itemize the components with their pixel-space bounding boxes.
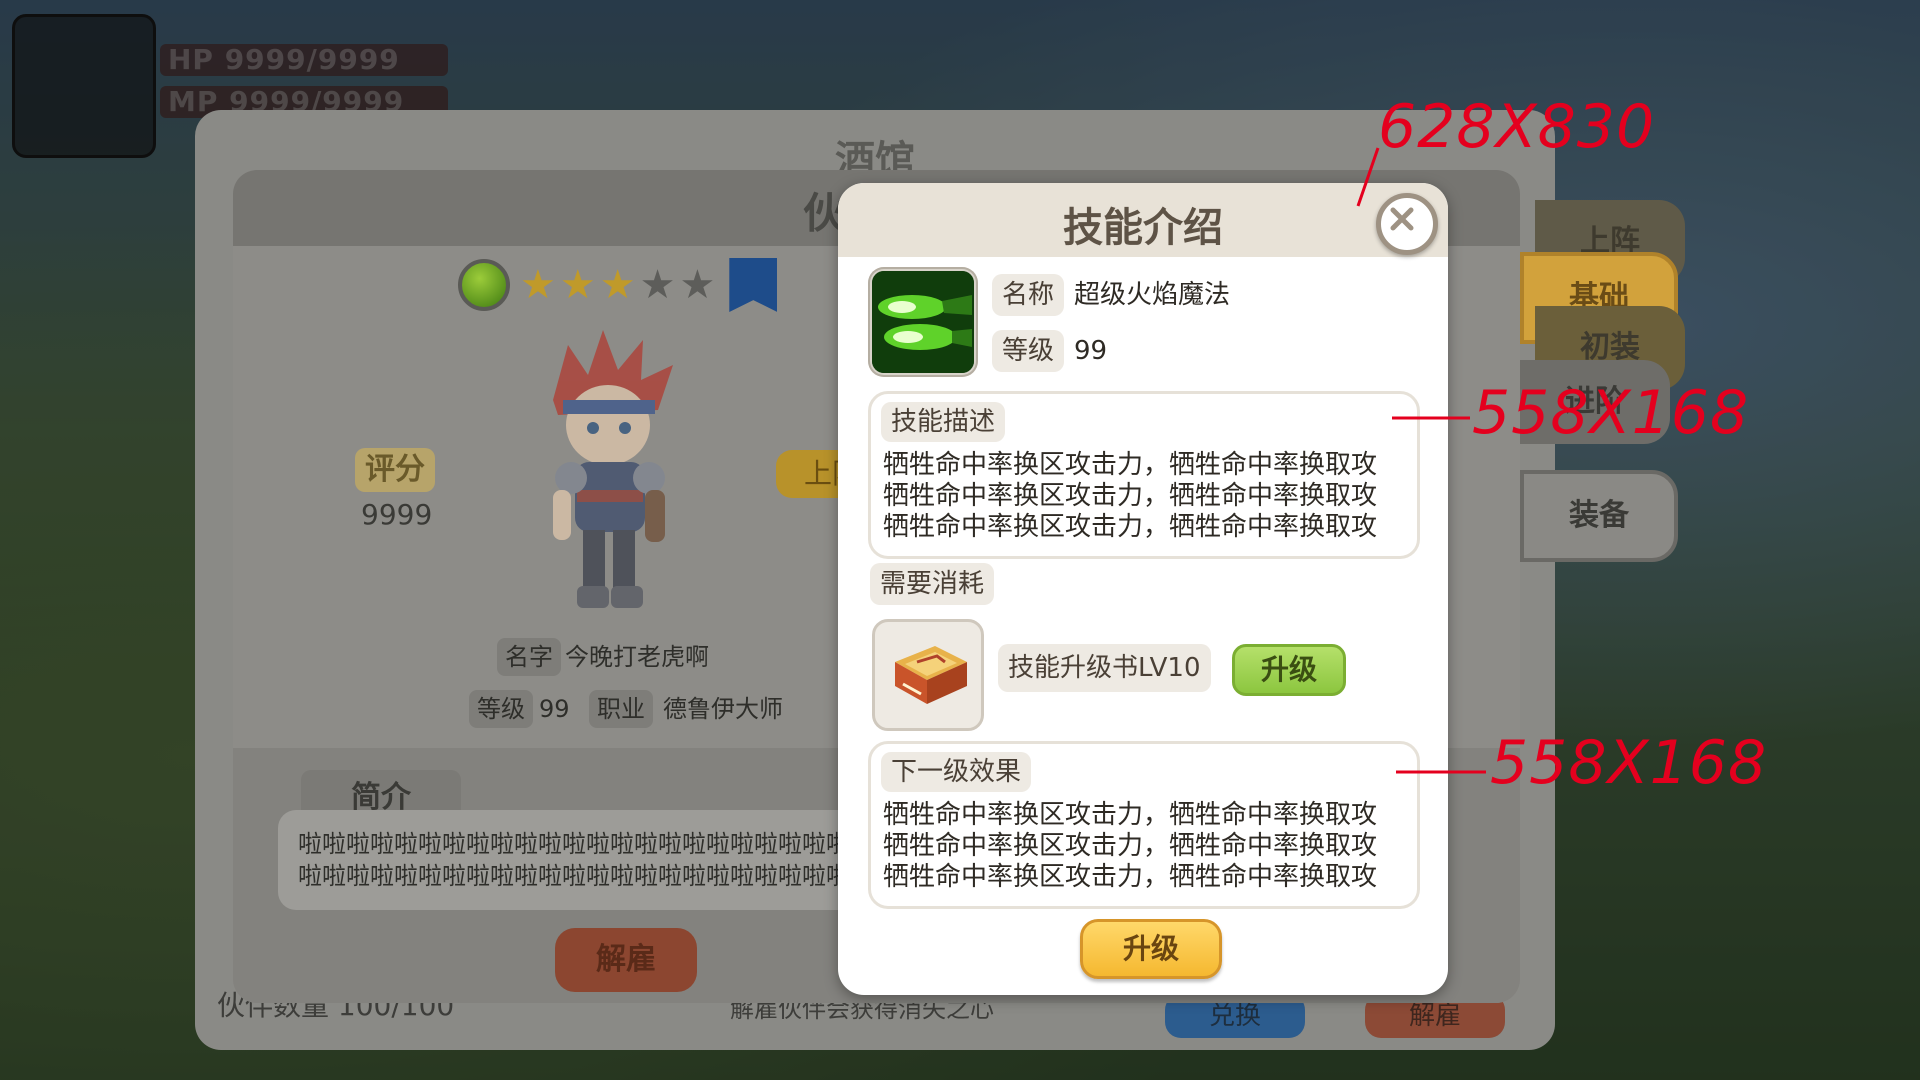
cost-title: 需要消耗: [870, 563, 995, 605]
annotation-next-size: 558X168: [1490, 728, 1768, 798]
level-label: 等级: [469, 690, 533, 728]
cost-item-name: 技能升级书LV10: [998, 644, 1211, 692]
next-level-title: 下一级效果: [881, 752, 1032, 792]
tab-equipment[interactable]: 装备: [1520, 470, 1678, 562]
skill-name-label: 名称: [992, 274, 1065, 316]
bookmark-icon[interactable]: [729, 258, 778, 312]
job-label: 职业: [589, 690, 653, 728]
close-button[interactable]: [1376, 193, 1438, 255]
next-level-panel: 下一级效果 牺牲命中率换区攻击力，牺牲命中率换取攻 牺牲命中率换区攻击力，牺牲命…: [868, 741, 1420, 909]
star-icon: ★: [599, 262, 636, 308]
skill-level-label: 等级: [992, 330, 1065, 372]
intro-text-box: 啦啦啦啦啦啦啦啦啦啦啦啦啦啦啦啦啦啦啦啦啦啦啦 啦啦啦啦啦啦啦啦啦啦啦啦啦啦啦啦…: [278, 810, 898, 910]
hero-character-image: [553, 330, 673, 608]
next-level-line: 牺牲命中率换区攻击力，牺牲命中率换取攻: [883, 800, 1378, 830]
name-label: 名字: [497, 638, 561, 676]
next-level-line: 牺牲命中率换区攻击力，牺牲命中率换取攻: [883, 831, 1378, 861]
intro-line: 啦啦啦啦啦啦啦啦啦啦啦啦啦啦啦啦啦啦啦啦啦啦啦: [298, 862, 850, 890]
job-value: 德鲁伊大师: [663, 695, 783, 723]
upgrade-button[interactable]: 升级: [1080, 919, 1222, 979]
skill-dialog-title: 技能介绍: [1063, 205, 1223, 251]
skill-icon: [868, 267, 978, 377]
fireball-skill-icon: [872, 271, 974, 373]
score-value: 9999: [361, 498, 433, 531]
dismiss-button[interactable]: 解雇: [555, 928, 697, 992]
annotation-desc-size: 558X168: [1472, 378, 1750, 448]
skill-description-line: 牺牲命中率换区攻击力，牺牲命中率换取攻: [883, 450, 1378, 480]
skill-description-line: 牺牲命中率换区攻击力，牺牲命中率换取攻: [883, 481, 1378, 511]
upgrade-book-slot[interactable]: [872, 619, 984, 731]
upgrade-book-button[interactable]: 升级: [1232, 644, 1346, 696]
star-icon: ★: [520, 262, 556, 308]
next-level-line: 牺牲命中率换区攻击力，牺牲命中率换取攻: [883, 862, 1378, 892]
skill-book-icon: [895, 646, 967, 704]
level-value: 99: [539, 695, 570, 723]
skill-name-value: 超级火焰魔法: [1074, 280, 1231, 310]
name-value: 今晚打老虎啊: [565, 643, 709, 671]
skill-description-line: 牺牲命中率换区攻击力，牺牲命中率换取攻: [883, 512, 1378, 542]
annotation-dialog-size: 628X830: [1378, 92, 1656, 162]
close-icon: [1390, 207, 1414, 231]
star-icon: ★: [639, 262, 676, 308]
score-label: 评分: [355, 448, 435, 492]
quality-gem-icon: [458, 259, 510, 311]
rarity-row: ★ ★ ★ ★ ★: [458, 258, 778, 312]
intro-line: 啦啦啦啦啦啦啦啦啦啦啦啦啦啦啦啦啦啦啦啦啦啦啦: [298, 830, 850, 858]
star-icon: ★: [559, 262, 596, 308]
skill-description-panel: 技能描述 牺牲命中率换区攻击力，牺牲命中率换取攻 牺牲命中率换区攻击力，牺牲命中…: [868, 391, 1420, 559]
skill-intro-dialog: 技能介绍 名称 超级火焰魔法 等级 99 技能描述 牺牲命中率换区攻击力，牺牲命…: [838, 183, 1448, 995]
skill-level-value: 99: [1074, 336, 1108, 366]
skill-description-title: 技能描述: [881, 402, 1006, 442]
star-icon: ★: [679, 262, 716, 308]
